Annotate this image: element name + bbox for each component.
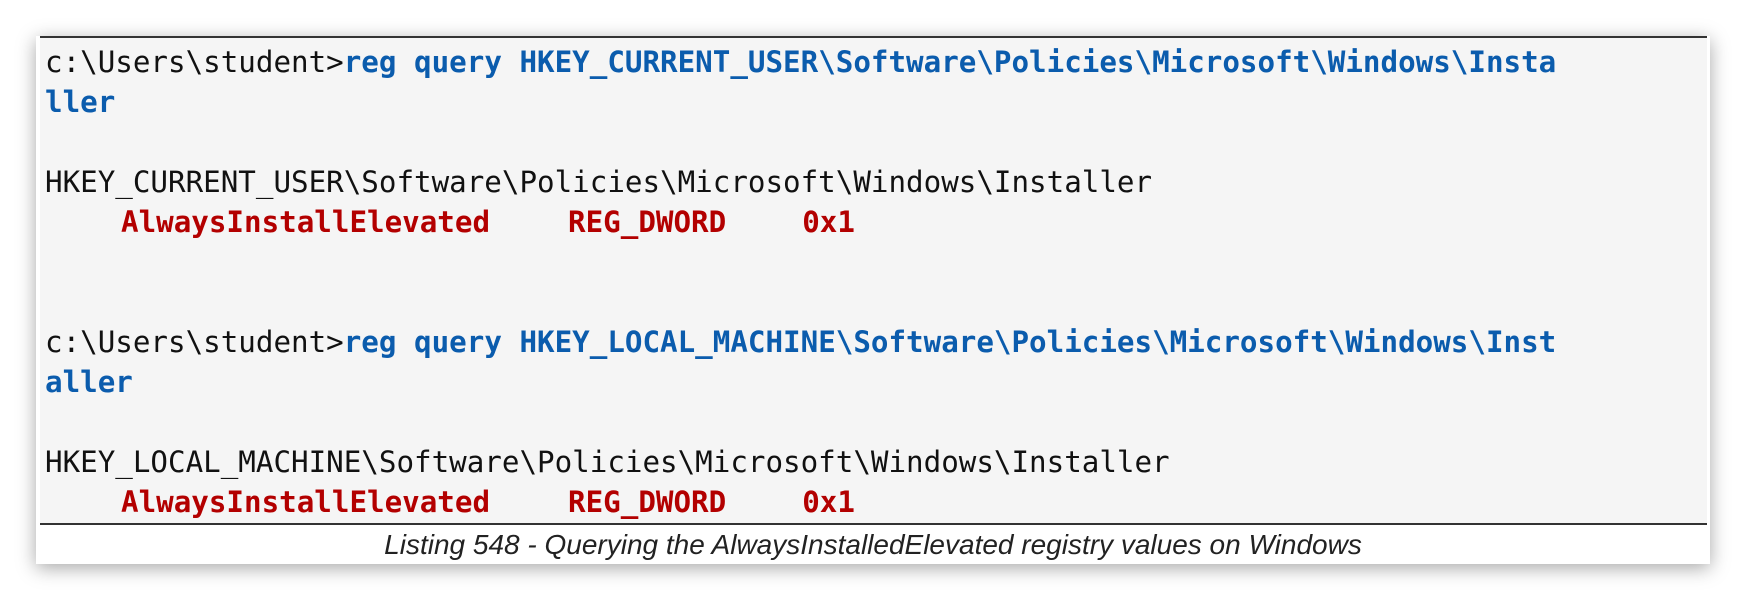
code-listing: c:\Users\student>reg query HKEY_CURRENT_… — [40, 36, 1707, 525]
command-line: c:\Users\student>reg query HKEY_CURRENT_… — [45, 42, 1707, 82]
registry-value-row: AlwaysInstallElevated REG_DWORD 0x1 — [45, 202, 1707, 242]
value-data: 0x1 — [802, 205, 855, 239]
registry-key-path: HKEY_LOCAL_MACHINE\Software\Policies\Mic… — [45, 442, 1707, 482]
listing-caption: Listing 548 - Querying the AlwaysInstall… — [384, 529, 1362, 560]
listing-card: c:\Users\student>reg query HKEY_CURRENT_… — [36, 36, 1710, 564]
key-path-text: HKEY_CURRENT_USER\Software\Policies\Micr… — [45, 165, 1153, 199]
command-line-wrap: aller — [45, 362, 1707, 402]
value-name: AlwaysInstallElevated — [121, 485, 491, 519]
value-data: 0x1 — [802, 485, 855, 519]
prompt: c:\Users\student> — [45, 325, 344, 359]
command-line: c:\Users\student>reg query HKEY_LOCAL_MA… — [45, 322, 1707, 362]
command-text: reg query HKEY_LOCAL_MACHINE\Software\Po… — [343, 325, 1557, 359]
command-text-wrap: aller — [45, 365, 133, 399]
command-line-wrap: ller — [45, 82, 1707, 122]
command-text-wrap: ller — [45, 85, 116, 119]
value-name: AlwaysInstallElevated — [121, 205, 491, 239]
command-text: reg query HKEY_CURRENT_USER\Software\Pol… — [343, 45, 1557, 79]
registry-value-row: AlwaysInstallElevated REG_DWORD 0x1 — [45, 482, 1707, 522]
key-path-text: HKEY_LOCAL_MACHINE\Software\Policies\Mic… — [45, 445, 1170, 479]
prompt: c:\Users\student> — [45, 45, 344, 79]
value-type: REG_DWORD — [568, 485, 727, 519]
value-type: REG_DWORD — [568, 205, 727, 239]
registry-key-path: HKEY_CURRENT_USER\Software\Policies\Micr… — [45, 162, 1707, 202]
